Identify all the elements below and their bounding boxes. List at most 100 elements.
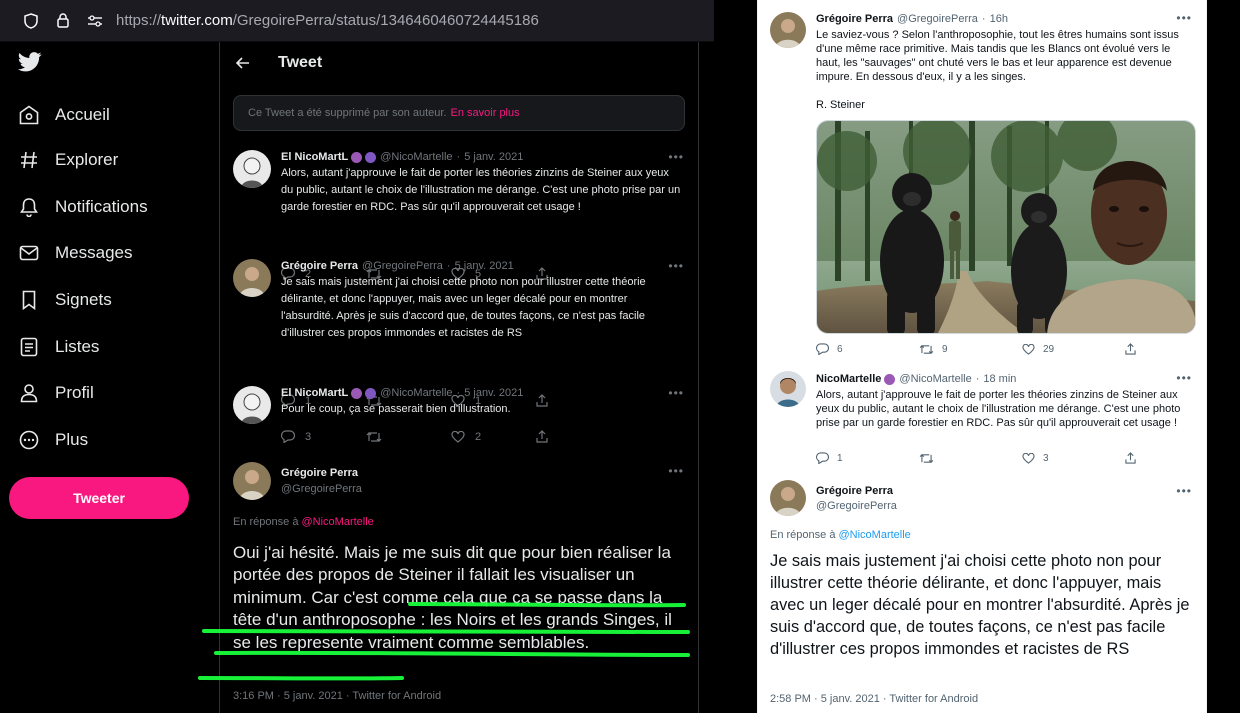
browser-url-bar[interactable]: https://twitter.com/GregoirePerra/status… (0, 0, 714, 42)
retweet-icon (366, 431, 382, 442)
share-button[interactable] (536, 430, 621, 443)
shield-icon[interactable] (22, 12, 40, 30)
retweet-count: 9 (942, 343, 948, 355)
author-handle[interactable]: @NicoMartelle (380, 151, 452, 163)
in-reply-handle-link[interactable]: @NicoMartelle (839, 529, 911, 541)
tweet-meta[interactable]: 3:16 PM · 5 janv. 2021 · Twitter for And… (233, 690, 441, 702)
separator-dot: · (981, 13, 986, 25)
separator-dot: · (456, 151, 461, 163)
author-handle[interactable]: @NicoMartelle (899, 373, 971, 385)
learn-more-link[interactable]: En savoir plus (451, 107, 520, 119)
more-options-icon[interactable]: ••• (668, 464, 684, 478)
tweet-header: Grégoire Perra @GregoirePerra · 5 janv. … (281, 260, 514, 272)
atom-emoji-icon (365, 151, 377, 163)
author-handle[interactable]: @GregoirePerra (816, 500, 897, 512)
avatar[interactable] (233, 462, 271, 500)
author-handle[interactable]: @GregoirePerra (281, 483, 362, 495)
in-reply-handle-link[interactable]: @NicoMartelle (302, 516, 374, 528)
light-twitter-screenshot: Grégoire Perra @GregoirePerra · 16h ••• … (757, 0, 1207, 713)
tweet-date[interactable]: 5 janv. 2021 (464, 151, 523, 163)
author-name[interactable]: NicoMartelle (816, 373, 881, 385)
like-button[interactable]: 29 (1022, 343, 1125, 355)
sidebar-item-notifications[interactable]: Notifications (18, 192, 148, 222)
more-options-icon[interactable]: ••• (668, 259, 684, 273)
back-arrow-icon[interactable] (234, 54, 252, 72)
tweet-signature: R. Steiner (816, 99, 865, 111)
reply-button[interactable]: 1 (816, 452, 919, 464)
author-name[interactable]: El NicoMartL (281, 151, 348, 163)
tweet-text: Alors, autant j'approuve le fait de port… (281, 167, 681, 213)
bell-icon (18, 196, 40, 218)
tweet-button[interactable]: Tweeter (9, 477, 189, 519)
reply-count: 1 (837, 452, 843, 464)
tweet-meta[interactable]: 2:58 PM · 5 janv. 2021 · Twitter for And… (770, 693, 978, 705)
share-button[interactable] (1125, 452, 1228, 464)
page-title: Tweet (278, 54, 323, 71)
author-name[interactable]: Grégoire Perra (816, 485, 893, 497)
more-options-icon[interactable]: ••• (1176, 371, 1192, 385)
author-name[interactable]: Grégoire Perra (816, 13, 893, 25)
heart-icon (1022, 452, 1035, 464)
lock-icon[interactable] (54, 12, 72, 30)
atom-emoji-icon (365, 387, 377, 399)
tweet-header: NicoMartelle @NicoMartelle · 18 min (816, 373, 1016, 385)
retweet-button[interactable]: 9 (919, 343, 1022, 355)
retweet-button[interactable] (919, 452, 1022, 464)
author-handle[interactable]: @GregoirePerra (362, 260, 443, 272)
permissions-icon[interactable] (86, 12, 104, 30)
tweet-date[interactable]: 16h (990, 13, 1008, 25)
author-name[interactable]: Grégoire Perra (281, 467, 358, 479)
dark-twitter-screenshot: https://twitter.com/GregoirePerra/status… (0, 0, 714, 713)
more-options-icon[interactable]: ••• (1176, 484, 1192, 498)
sidebar-item-messages[interactable]: Messages (18, 238, 132, 268)
tweet-text: Alors, autant j'approuve le fait de port… (816, 389, 1181, 429)
avatar[interactable] (770, 12, 806, 48)
tweet-date[interactable]: 5 janv. 2021 (455, 260, 514, 272)
tweet-photo[interactable] (816, 120, 1196, 334)
retweet-button[interactable] (366, 430, 451, 443)
share-button[interactable] (1125, 343, 1228, 355)
author-name[interactable]: Grégoire Perra (281, 260, 358, 272)
share-icon (1125, 452, 1136, 464)
person-icon (18, 382, 40, 404)
more-options-icon[interactable]: ••• (668, 386, 684, 400)
separator-dot: · (446, 260, 451, 272)
sidebar-item-label: Plus (55, 430, 89, 449)
avatar[interactable] (770, 371, 806, 407)
sidebar-item-signets[interactable]: Signets (18, 285, 112, 315)
retweet-icon (919, 344, 934, 354)
url-text[interactable]: https://twitter.com/GregoirePerra/status… (116, 12, 539, 29)
reply-button[interactable]: 6 (816, 343, 919, 355)
avatar[interactable] (233, 150, 271, 188)
author-name[interactable]: El NicoMartL (281, 387, 348, 399)
sidebar-nav: Accueil Explorer Notifications Messages … (0, 42, 220, 713)
heart-icon (451, 430, 465, 443)
more-options-icon[interactable]: ••• (1176, 11, 1192, 25)
reply-button[interactable]: 3 (281, 430, 366, 443)
tweet-date[interactable]: 5 janv. 2021 (464, 387, 523, 399)
sidebar-item-explorer[interactable]: Explorer (18, 145, 118, 175)
sidebar-item-profil[interactable]: Profil (18, 378, 94, 408)
like-button[interactable]: 2 (451, 430, 536, 443)
tweet-header: Grégoire Perra @GregoirePerra · 16h (816, 13, 1008, 25)
author-handle[interactable]: @NicoMartelle (380, 387, 452, 399)
tweet-actions: 3 2 (281, 430, 621, 443)
author-handle[interactable]: @GregoirePerra (897, 13, 978, 25)
sidebar-item-accueil[interactable]: Accueil (18, 100, 110, 130)
tweet-subheader: @GregoirePerra (816, 500, 897, 512)
more-options-icon[interactable]: ••• (668, 150, 684, 164)
tweet-thread-column: Tweet Ce Tweet a été supprimé par son au… (219, 42, 699, 713)
like-count: 29 (1043, 343, 1055, 355)
in-reply-to: En réponse à @NicoMartelle (233, 516, 374, 528)
sidebar-item-listes[interactable]: Listes (18, 332, 99, 362)
avatar[interactable] (770, 480, 806, 516)
like-button[interactable]: 3 (1022, 452, 1125, 464)
share-icon (1125, 343, 1136, 355)
tweet-actions: 6 9 29 (816, 343, 1228, 355)
tweet-date[interactable]: 18 min (983, 373, 1016, 385)
avatar[interactable] (233, 259, 271, 297)
twitter-bird-icon[interactable] (18, 52, 44, 74)
sidebar-item-plus[interactable]: Plus (18, 425, 88, 455)
avatar[interactable] (233, 386, 271, 424)
home-icon (18, 104, 40, 126)
